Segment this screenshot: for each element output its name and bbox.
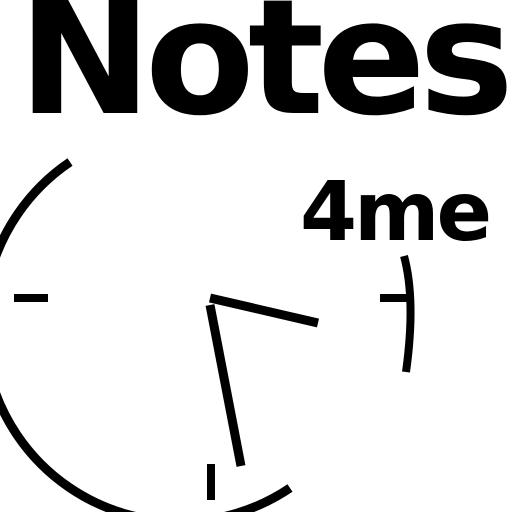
clock-minute-hand [208,293,320,328]
app-subtitle: 4me [300,165,492,260]
clock-hour-hand [205,304,246,467]
clock-rim-right [400,254,415,373]
clock-rim [0,158,293,512]
app-logo: Notes 4me [0,0,512,512]
app-title: Notes [18,0,512,151]
